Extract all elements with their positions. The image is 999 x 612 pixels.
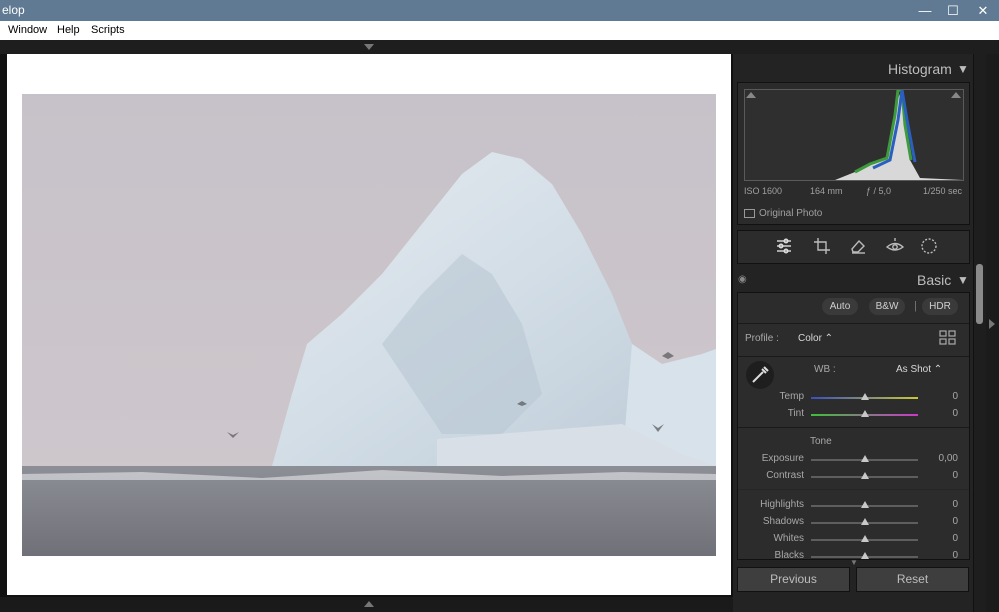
top-panel-toggle-strip (0, 40, 999, 54)
tint-label: Tint (787, 408, 804, 419)
shadows-label: Shadows (762, 516, 804, 527)
profile-browser-grid-icon[interactable] (939, 330, 957, 346)
shutter-speed: 1/250 sec (923, 186, 963, 196)
histogram-collapse-icon[interactable]: ▼ (957, 62, 969, 76)
exposure-label: Exposure (761, 453, 804, 464)
menu-window[interactable]: Window (8, 24, 47, 36)
iso-value: ISO 1600 (744, 186, 783, 196)
contrast-label: Contrast (766, 470, 804, 481)
contrast-value[interactable]: 0 (928, 470, 958, 481)
histogram-graph (744, 88, 964, 181)
shadows-slider-knob[interactable] (860, 518, 869, 525)
reset-button[interactable]: Reset (856, 567, 969, 592)
auto-button[interactable]: Auto (822, 298, 858, 315)
profile-select[interactable]: Color ⌃ (798, 333, 833, 344)
right-panel-scrollbar[interactable] (974, 54, 986, 612)
divider (738, 323, 969, 324)
blacks-label: Blacks (774, 550, 804, 560)
minimize-button[interactable]: — (910, 0, 940, 21)
highlights-slider-knob[interactable] (860, 501, 869, 508)
basic-title: Basic (917, 272, 952, 288)
original-photo-label: Original Photo (759, 208, 823, 219)
blacks-value[interactable]: 0 (928, 550, 958, 559)
divider (738, 427, 969, 428)
develop-right-panel: Histogram ▼ ISO 1600 164 mm ƒ / 5,0 1/25… (733, 54, 973, 612)
exposure-slider-knob[interactable] (860, 455, 869, 462)
red-eye-icon[interactable] (886, 237, 904, 255)
shadow-clipping-icon[interactable] (746, 92, 756, 98)
divider (738, 356, 969, 357)
tone-label: Tone (810, 436, 832, 447)
healing-eraser-icon[interactable] (849, 237, 867, 255)
iceberg-photo (22, 94, 716, 556)
highlight-clipping-icon[interactable] (951, 92, 961, 98)
bottom-panel-toggle-strip (0, 597, 733, 612)
white-balance-eyedropper-icon[interactable] (745, 360, 775, 390)
contrast-slider-knob[interactable] (860, 472, 869, 479)
edit-sliders-icon[interactable] (775, 237, 793, 255)
menu-scripts[interactable]: Scripts (91, 24, 125, 36)
crop-icon[interactable] (813, 237, 831, 255)
menu-help[interactable]: Help (57, 24, 80, 36)
aperture-value: ƒ / 5,0 (866, 186, 892, 196)
tool-strip (737, 230, 970, 264)
button-separator: | (914, 300, 917, 312)
profile-label: Profile : (745, 333, 779, 344)
hdr-button[interactable]: HDR (922, 298, 958, 315)
masking-icon[interactable] (920, 237, 938, 255)
original-photo-checkbox[interactable] (744, 209, 755, 218)
highlights-label: Highlights (760, 499, 804, 510)
right-panel-edge (986, 54, 999, 612)
panel-scroll-down-icon[interactable]: ▼ (850, 558, 858, 567)
histogram-curve (835, 88, 963, 180)
shadows-value[interactable]: 0 (928, 516, 958, 527)
basic-panel: Auto B&W | HDR Profile : Color ⌃ WB : As… (737, 292, 970, 560)
basic-collapse-icon[interactable]: ▼ (957, 273, 969, 287)
scrollbar-thumb[interactable] (976, 264, 983, 324)
maximize-button[interactable]: ☐ (938, 0, 968, 21)
photo-canvas (7, 54, 731, 595)
highlights-value[interactable]: 0 (928, 499, 958, 510)
right-panel-toggle-icon[interactable] (989, 319, 995, 329)
histogram-panel: ISO 1600 164 mm ƒ / 5,0 1/250 sec Origin… (737, 82, 970, 225)
bottom-panel-toggle-icon[interactable] (364, 601, 374, 607)
divider (738, 489, 969, 490)
previous-button[interactable]: Previous (737, 567, 850, 592)
blacks-slider-knob[interactable] (860, 552, 869, 559)
temp-slider-knob[interactable] (860, 393, 869, 400)
focal-length: 164 mm (810, 186, 843, 196)
exposure-value[interactable]: 0,00 (928, 453, 958, 464)
temp-value[interactable]: 0 (928, 391, 958, 402)
title-bar: elop — ☐ ✕ (0, 0, 999, 21)
top-panel-toggle-icon[interactable] (364, 44, 374, 50)
tint-slider-knob[interactable] (860, 410, 869, 417)
wb-select[interactable]: As Shot ⌃ (896, 364, 942, 375)
temp-label: Temp (779, 391, 804, 402)
wb-label: WB : (814, 364, 836, 375)
menu-bar: Window Help Scripts (0, 21, 999, 40)
close-button[interactable]: ✕ (968, 0, 998, 21)
window-title: elop (2, 3, 25, 17)
bw-button[interactable]: B&W (869, 298, 905, 315)
whites-label: Whites (773, 533, 804, 544)
iceberg-image (22, 94, 716, 556)
whites-slider-knob[interactable] (860, 535, 869, 542)
histogram-title: Histogram (888, 61, 952, 77)
panel-visibility-eye-icon[interactable]: ◉ (738, 274, 747, 285)
tint-value[interactable]: 0 (928, 408, 958, 419)
whites-value[interactable]: 0 (928, 533, 958, 544)
